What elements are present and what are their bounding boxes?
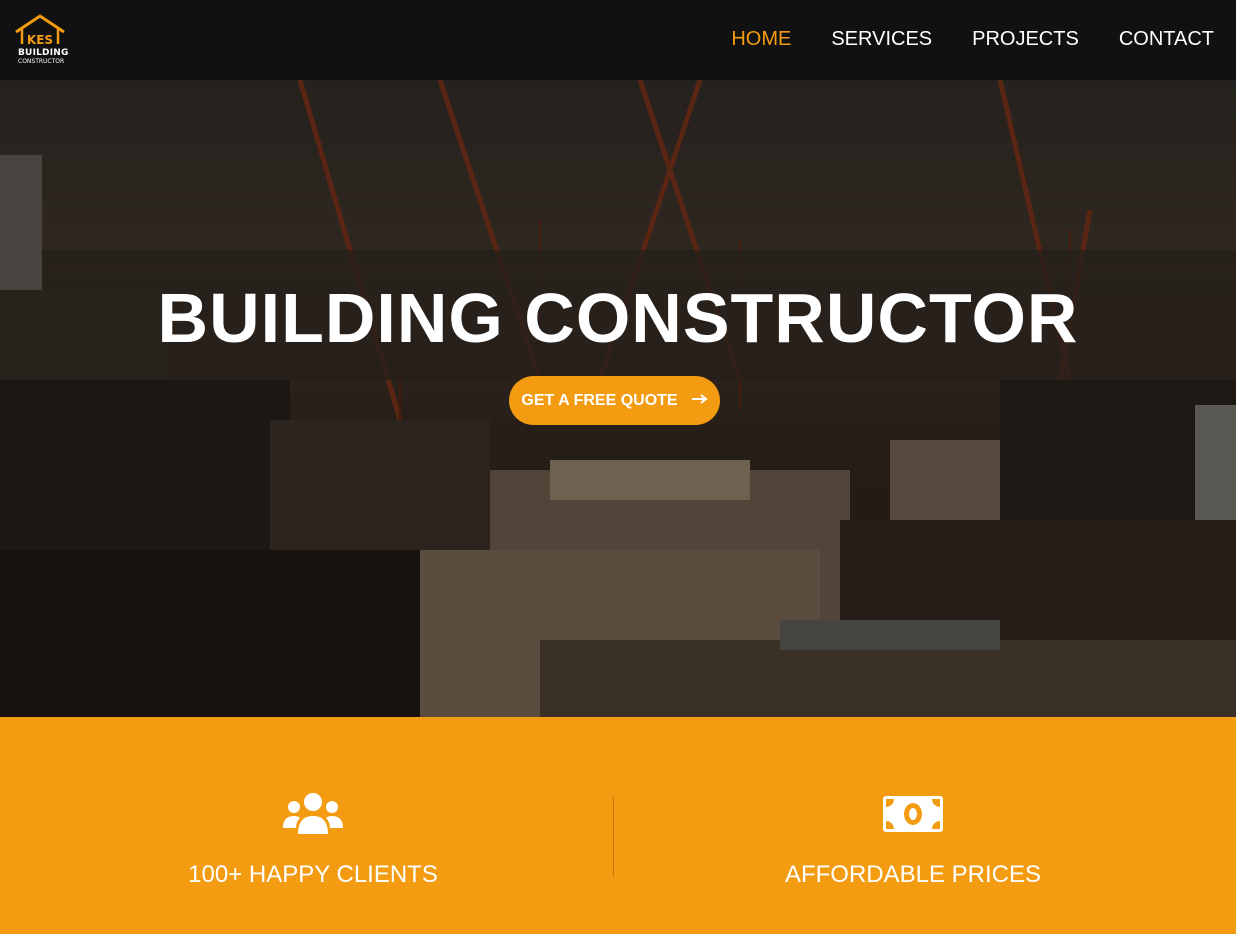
nav-projects[interactable]: PROJECTS xyxy=(972,28,1079,51)
hero-section: BUILDING CONSTRUCTOR GET A FREE QUOTE xyxy=(0,80,1236,717)
feature-label: 100+ HAPPY CLIENTS xyxy=(188,861,438,888)
nav-home[interactable]: HOME xyxy=(731,28,791,51)
nav-services[interactable]: SERVICES xyxy=(831,28,932,51)
main-menu: HOME SERVICES PROJECTS CONTACT xyxy=(731,28,1214,51)
nav-contact[interactable]: CONTACT xyxy=(1119,28,1214,51)
logo-line1: BUILDING xyxy=(18,48,69,58)
feature-label: AFFORDABLE PRICES xyxy=(784,861,1042,888)
get-quote-button[interactable]: GET A FREE QUOTE xyxy=(509,376,720,425)
money-bill-icon xyxy=(882,796,944,840)
get-quote-label: GET A FREE QUOTE xyxy=(521,391,678,409)
users-icon xyxy=(282,793,344,840)
top-navbar: KES BUILDING CONSTRUCTOR HOME SERVICES P… xyxy=(0,0,1236,80)
arrow-right-icon xyxy=(691,392,708,410)
feature-happy-clients: 100+ HAPPY CLIENTS xyxy=(0,792,626,889)
hero-title: BUILDING CONSTRUCTOR xyxy=(157,279,1079,357)
feature-affordable-prices: AFFORDABLE PRICES xyxy=(613,792,1213,889)
features-band: 100+ HAPPY CLIENTS AFFORDABLE PRICES xyxy=(0,717,1236,934)
logo-line2: CONSTRUCTOR xyxy=(18,58,65,65)
logo-letters: KES xyxy=(27,33,53,47)
